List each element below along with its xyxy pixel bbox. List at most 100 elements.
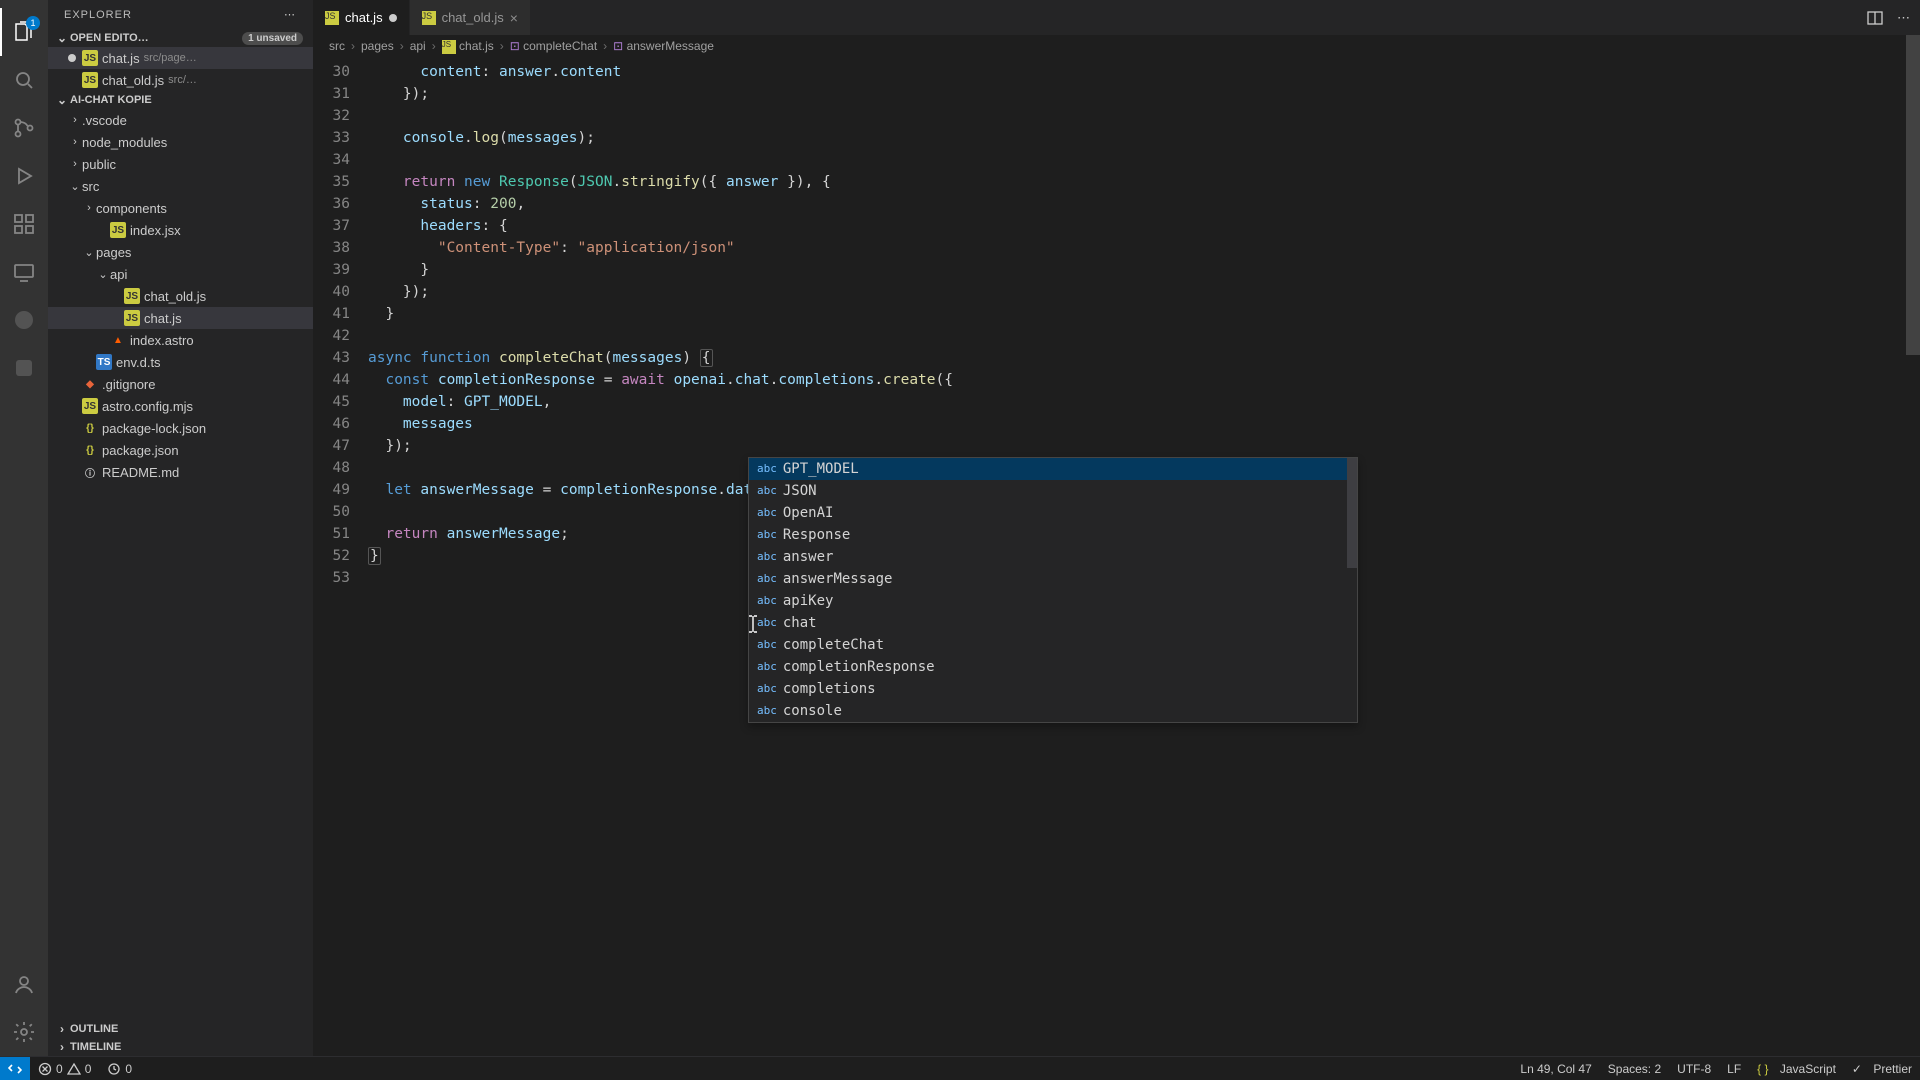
suggestion-item[interactable]: abcapiKey: [749, 590, 1357, 612]
breadcrumb-item[interactable]: api: [410, 39, 426, 53]
code-line[interactable]: model: GPT_MODEL,: [368, 391, 1920, 413]
explorer-icon[interactable]: 1: [0, 8, 48, 56]
status-language[interactable]: { } JavaScript: [1749, 1062, 1844, 1076]
chevron-right-icon: ›: [82, 202, 96, 214]
status-eol[interactable]: LF: [1719, 1062, 1749, 1076]
code-line[interactable]: const completionResponse = await openai.…: [368, 369, 1920, 391]
split-editor-icon[interactable]: [1867, 10, 1883, 26]
timeline-header[interactable]: › TIMELINE: [48, 1038, 313, 1056]
file-item[interactable]: {}package-lock.json: [48, 417, 313, 439]
file-item[interactable]: {}package.json: [48, 439, 313, 461]
folder-item[interactable]: ›public: [48, 153, 313, 175]
editor-tab[interactable]: JSchat_old.js×: [410, 0, 531, 35]
breadcrumb-item[interactable]: ⊡ answerMessage: [613, 39, 714, 53]
breadcrumb[interactable]: src›pages›api›JS chat.js›⊡ completeChat›…: [313, 35, 1920, 59]
explorer-badge: 1: [26, 16, 40, 30]
code-line[interactable]: messages: [368, 413, 1920, 435]
suggestion-item[interactable]: abccompletionResponse: [749, 656, 1357, 678]
code-editor[interactable]: 3031323334353637383940414243444546474849…: [313, 59, 1920, 1056]
ext-icon-b[interactable]: [0, 344, 48, 392]
chevron-right-icon: ›: [68, 114, 82, 126]
suggestion-item[interactable]: abcJSON: [749, 480, 1357, 502]
file-item[interactable]: ◆.gitignore: [48, 373, 313, 395]
status-encoding[interactable]: UTF-8: [1669, 1062, 1719, 1076]
extensions-icon[interactable]: [0, 200, 48, 248]
breadcrumb-item[interactable]: ⊡ completeChat: [510, 39, 597, 53]
status-spaces[interactable]: Spaces: 2: [1600, 1062, 1669, 1076]
file-item[interactable]: JSastro.config.mjs: [48, 395, 313, 417]
source-control-icon[interactable]: [0, 104, 48, 152]
code-line[interactable]: }: [368, 259, 1920, 281]
unsaved-badge: 1 unsaved: [242, 32, 303, 45]
breadcrumb-item[interactable]: src: [329, 39, 345, 53]
file-item[interactable]: JSchat_old.js: [48, 285, 313, 307]
accounts-icon[interactable]: [0, 960, 48, 1008]
suggestion-label: console: [783, 703, 842, 719]
folder-item[interactable]: ⌄pages: [48, 241, 313, 263]
file-item[interactable]: JSchat.js: [48, 307, 313, 329]
status-ports[interactable]: 0: [99, 1062, 140, 1076]
status-prettier[interactable]: ✓ Prettier: [1844, 1062, 1920, 1076]
suggestion-item[interactable]: abcResponse: [749, 524, 1357, 546]
breadcrumb-item[interactable]: JS chat.js: [442, 39, 494, 54]
suggestion-item[interactable]: abcanswerMessage: [749, 568, 1357, 590]
settings-gear-icon[interactable]: [0, 1008, 48, 1056]
code-line[interactable]: [368, 105, 1920, 127]
sidebar-more-icon[interactable]: ⋯: [284, 8, 297, 21]
search-icon[interactable]: [0, 56, 48, 104]
code-line[interactable]: status: 200,: [368, 193, 1920, 215]
warning-count: 0: [85, 1062, 92, 1076]
folder-item[interactable]: ›node_modules: [48, 131, 313, 153]
code-line[interactable]: headers: {: [368, 215, 1920, 237]
suggestion-item[interactable]: abcchat: [749, 612, 1357, 634]
chevron-right-icon: ›: [351, 39, 355, 53]
tab-more-icon[interactable]: ⋯: [1897, 10, 1910, 26]
code-line[interactable]: content: answer.content: [368, 61, 1920, 83]
editor-scrollbar[interactable]: [1906, 35, 1920, 1056]
suggestion-item[interactable]: abccompletions: [749, 678, 1357, 700]
open-editor-item[interactable]: JSchat.jssrc/page…: [48, 47, 313, 69]
suggestion-item[interactable]: abcanswer: [749, 546, 1357, 568]
close-icon[interactable]: ×: [510, 10, 518, 26]
remote-indicator[interactable]: [0, 1057, 30, 1080]
folder-item[interactable]: ›.vscode: [48, 109, 313, 131]
code-line[interactable]: console.log(messages);: [368, 127, 1920, 149]
status-problems[interactable]: 0 0: [30, 1062, 99, 1076]
suggestion-item[interactable]: abcconsole: [749, 700, 1357, 722]
code-line[interactable]: return new Response(JSON.stringify({ ans…: [368, 171, 1920, 193]
remote-explorer-icon[interactable]: [0, 248, 48, 296]
breadcrumb-item[interactable]: pages: [361, 39, 394, 53]
editor-tab[interactable]: JSchat.js: [313, 0, 410, 35]
intellisense-popup[interactable]: abcGPT_MODELabcJSONabcOpenAIabcResponsea…: [748, 457, 1358, 723]
open-editors-header[interactable]: ⌄ OPEN EDITO… 1 unsaved: [48, 29, 313, 47]
js-file-icon: JS: [110, 222, 126, 238]
file-name: chat.js: [102, 51, 140, 66]
file-item[interactable]: JSindex.jsx: [48, 219, 313, 241]
code-line[interactable]: [368, 149, 1920, 171]
suggest-scrollbar[interactable]: [1347, 458, 1357, 568]
file-item[interactable]: TSenv.d.ts: [48, 351, 313, 373]
code-line[interactable]: });: [368, 281, 1920, 303]
folder-item[interactable]: ⌄src: [48, 175, 313, 197]
ext-icon-a[interactable]: [0, 296, 48, 344]
open-editor-item[interactable]: JSchat_old.jssrc/…: [48, 69, 313, 91]
code-line[interactable]: });: [368, 435, 1920, 457]
folder-item[interactable]: ⌄api: [48, 263, 313, 285]
code-line[interactable]: });: [368, 83, 1920, 105]
run-debug-icon[interactable]: [0, 152, 48, 200]
suggestion-kind-icon: abc: [757, 484, 777, 497]
suggestion-item[interactable]: abcOpenAI: [749, 502, 1357, 524]
js-file-icon: JS: [124, 310, 140, 326]
code-line[interactable]: async function completeChat(messages) {: [368, 347, 1920, 369]
code-line[interactable]: "Content-Type": "application/json": [368, 237, 1920, 259]
code-line[interactable]: [368, 325, 1920, 347]
outline-header[interactable]: › OUTLINE: [48, 1020, 313, 1038]
file-item[interactable]: ⓘREADME.md: [48, 461, 313, 483]
status-cursor-pos[interactable]: Ln 49, Col 47: [1512, 1062, 1599, 1076]
suggestion-item[interactable]: abcGPT_MODEL: [749, 458, 1357, 480]
file-item[interactable]: ▲index.astro: [48, 329, 313, 351]
project-header[interactable]: ⌄ AI-CHAT KOPIE: [48, 91, 313, 109]
folder-item[interactable]: ›components: [48, 197, 313, 219]
code-line[interactable]: }: [368, 303, 1920, 325]
suggestion-item[interactable]: abccompleteChat: [749, 634, 1357, 656]
